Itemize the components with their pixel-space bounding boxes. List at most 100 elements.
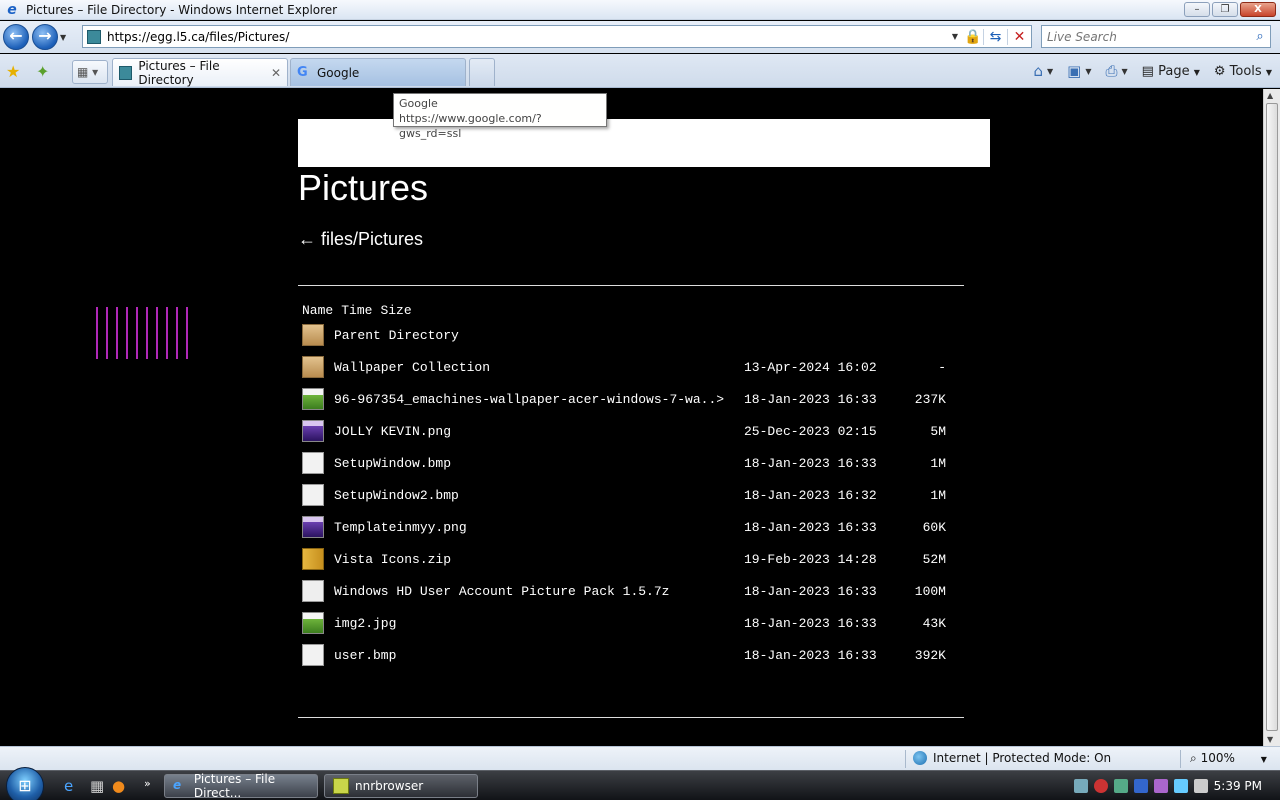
new-tab-button[interactable]: [469, 58, 495, 86]
taskbar-item-ie[interactable]: e Pictures – File Direct...: [164, 772, 318, 800]
file-name-link[interactable]: Vista Icons.zip: [334, 552, 744, 567]
file-size: 237K: [914, 391, 946, 407]
volume-icon[interactable]: [1193, 779, 1208, 793]
search-input[interactable]: [1047, 29, 1250, 44]
page-menu[interactable]: ▤ Page ▼: [1142, 64, 1200, 79]
vertical-scrollbar[interactable]: ▲ ▼: [1263, 89, 1280, 746]
tray-icon[interactable]: [1133, 779, 1148, 793]
divider: [298, 717, 964, 718]
clock[interactable]: 5:39 PM: [1214, 779, 1262, 793]
status-bar: Internet | Protected Mode: On ⌕ 100% ▼: [0, 746, 1280, 770]
file-name-link[interactable]: 96-967354_emachines-wallpaper-acer-windo…: [334, 392, 744, 407]
print-icon[interactable]: ⎙: [1105, 62, 1117, 80]
quicklaunch-expand-icon[interactable]: »: [144, 777, 151, 790]
listing-header: Name Time Size: [302, 303, 420, 319]
close-tab-icon[interactable]: ✕: [271, 66, 281, 80]
file-date: 25-Dec-2023 02:15: [744, 423, 877, 439]
maximize-button[interactable]: ❐: [1212, 2, 1238, 17]
file-entry[interactable]: 96-967354_emachines-wallpaper-acer-windo…: [302, 387, 962, 411]
zoom-control[interactable]: ⌕ 100% ▼: [1190, 751, 1267, 766]
file-entry[interactable]: JOLLY KEVIN.png 25-Dec-2023 02:15 5M: [302, 419, 962, 443]
favorites-star-icon[interactable]: ★: [6, 62, 20, 81]
address-url[interactable]: https://egg.l5.ca/files/Pictures/: [107, 30, 947, 44]
search-icon[interactable]: ⌕: [1250, 29, 1270, 44]
search-box[interactable]: ⌕: [1041, 25, 1271, 48]
file-entry[interactable]: img2.jpg 18-Jan-2023 16:33 43K: [302, 611, 962, 635]
file-name-link[interactable]: JOLLY KEVIN.png: [334, 424, 744, 439]
address-dropdown-icon[interactable]: ▼: [947, 32, 963, 41]
scroll-thumb[interactable]: [1266, 103, 1278, 731]
file-entry[interactable]: Vista Icons.zip 19-Feb-2023 14:28 52M: [302, 547, 962, 571]
taskbar-item-nnrbrowser[interactable]: nnrbrowser: [324, 774, 478, 798]
command-bar: ⌂ ▼ ▣ ▼ ⎙ ▼ ▤ Page ▼ ⚙ Tools ▼: [1033, 62, 1272, 80]
scroll-down-icon[interactable]: ▼: [1267, 735, 1273, 744]
tray-icon[interactable]: [1153, 779, 1168, 793]
file-date: 13-Apr-2024 16:02: [744, 359, 877, 375]
tab-label: Google: [317, 65, 360, 80]
file-name-link[interactable]: Windows HD User Account Picture Pack 1.5…: [334, 584, 744, 599]
security-zone[interactable]: Internet | Protected Mode: On: [913, 751, 1111, 765]
file-entry[interactable]: Windows HD User Account Picture Pack 1.5…: [302, 579, 962, 603]
zoom-dropdown-icon[interactable]: ▼: [1261, 755, 1267, 764]
back-link[interactable]: ← files/Pictures: [298, 229, 423, 250]
print-dropdown-icon[interactable]: ▼: [1122, 67, 1128, 76]
file-entry[interactable]: Templateinmyy.png 18-Jan-2023 16:33 60K: [302, 515, 962, 539]
network-icon[interactable]: [1173, 779, 1188, 793]
feeds-dropdown-icon[interactable]: ▼: [1085, 67, 1091, 76]
file-entry[interactable]: SetupWindow.bmp 18-Jan-2023 16:33 1M: [302, 451, 962, 475]
file-size: 60K: [922, 519, 946, 535]
forward-button[interactable]: →: [32, 24, 58, 50]
tools-menu[interactable]: ⚙ Tools ▼: [1214, 64, 1272, 79]
back-button[interactable]: ←: [3, 24, 29, 50]
file-name-link[interactable]: user.bmp: [334, 648, 744, 663]
file-name-link[interactable]: Wallpaper Collection: [334, 360, 744, 375]
file-size: 5M: [930, 423, 946, 439]
column-size-header[interactable]: Size: [380, 303, 411, 318]
file-icon: [302, 420, 324, 442]
file-listing: Name Time Size Parent Directory Wallpaper C…: [302, 303, 946, 666]
column-name-header[interactable]: Name: [302, 303, 333, 318]
firefox-icon[interactable]: ●: [112, 777, 125, 795]
file-name-link[interactable]: Parent Directory: [334, 328, 744, 343]
file-name-link[interactable]: img2.jpg: [334, 616, 744, 631]
lock-icon[interactable]: 🔒: [963, 29, 983, 45]
file-name-link[interactable]: SetupWindow2.bmp: [334, 488, 744, 503]
refresh-icon[interactable]: ⇆: [983, 28, 1007, 45]
file-entry[interactable]: Parent Directory: [302, 323, 962, 347]
home-dropdown-icon[interactable]: ▼: [1047, 67, 1053, 76]
file-date: 18-Jan-2023 16:33: [744, 615, 877, 631]
file-name-link[interactable]: Templateinmyy.png: [334, 520, 744, 535]
tray-icon[interactable]: [1073, 779, 1088, 793]
tab-pictures[interactable]: Pictures – File Directory ✕: [112, 58, 288, 87]
file-entry[interactable]: SetupWindow2.bmp 18-Jan-2023 16:32 1M: [302, 483, 962, 507]
scroll-up-icon[interactable]: ▲: [1267, 91, 1273, 100]
start-button[interactable]: ⊞: [6, 767, 44, 800]
close-button[interactable]: X: [1240, 2, 1276, 17]
taskbar-item-label: nnrbrowser: [355, 779, 424, 793]
app-icon: [333, 778, 349, 794]
file-name-link[interactable]: SetupWindow.bmp: [334, 456, 744, 471]
ie-quicklaunch-icon[interactable]: e: [64, 777, 73, 795]
tray-icon[interactable]: [1113, 779, 1128, 793]
page-icon: [119, 65, 133, 80]
tab-google[interactable]: G Google: [290, 58, 466, 86]
stop-icon[interactable]: ✕: [1007, 28, 1031, 45]
quick-tabs-button[interactable]: ▦ ▾: [72, 60, 108, 84]
show-desktop-icon[interactable]: ▦: [90, 777, 104, 795]
file-icon: [302, 548, 324, 570]
address-bar[interactable]: https://egg.l5.ca/files/Pictures/ ▼ 🔒 ⇆ …: [82, 25, 1032, 48]
page-menu-label: Page: [1158, 63, 1190, 79]
file-date: 18-Jan-2023 16:33: [744, 647, 877, 663]
system-tray: 5:39 PM: [1073, 771, 1280, 800]
file-entry[interactable]: user.bmp 18-Jan-2023 16:33 392K: [302, 643, 962, 667]
feeds-icon[interactable]: ▣: [1067, 62, 1081, 80]
file-icon: [302, 644, 324, 666]
column-time-header[interactable]: Time: [341, 303, 372, 318]
tray-icon[interactable]: [1093, 779, 1108, 793]
recent-pages-dropdown[interactable]: ▼: [60, 33, 74, 42]
file-entry[interactable]: Wallpaper Collection 13-Apr-2024 16:02 -: [302, 355, 962, 379]
zoom-level: 100%: [1200, 751, 1235, 765]
home-icon[interactable]: ⌂: [1033, 62, 1043, 80]
minimize-button[interactable]: –: [1184, 2, 1210, 17]
add-favorites-icon[interactable]: ✦: [36, 62, 49, 81]
